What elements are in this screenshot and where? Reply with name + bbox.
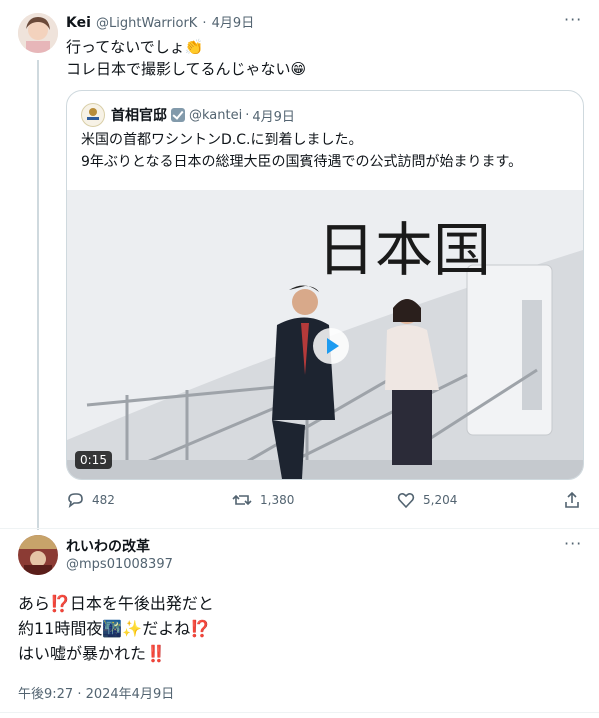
tweet-header: Kei @LightWarriorK · 4月9日: [66, 12, 254, 31]
quote-line-2: 9年ぶりとなる日本の総理大臣の国賓待遇での公式訪問が始まります。: [81, 154, 523, 170]
quoted-tweet[interactable]: 首相官邸 @kantei · 4月9日 米国の首都ワシントンD.C.に到着しまし…: [66, 90, 584, 480]
thread-line: [37, 60, 39, 530]
retweet-button[interactable]: 1,380: [232, 491, 294, 509]
reply-more-icon[interactable]: ···: [564, 534, 582, 553]
reply-author-handle[interactable]: @mps01008397: [66, 557, 173, 572]
quote-author-name[interactable]: 首相官邸: [111, 105, 167, 125]
video-player[interactable]: 日本国 0:15: [67, 190, 583, 479]
like-button[interactable]: 5,204: [397, 491, 457, 509]
author-name[interactable]: Kei: [66, 15, 91, 31]
quote-author-handle[interactable]: @kantei: [189, 108, 242, 123]
avatar-reiwa[interactable]: [18, 535, 58, 575]
footer-divider: [0, 712, 599, 713]
reply-text: あら⁉️日本を午後出発だと 約11時間夜🌃✨だよね⁉️ はい嘘が暴かれた‼️: [18, 591, 214, 666]
tweet-line-2: コレ日本で撮影してるんじゃない😁: [66, 60, 307, 78]
quote-text: 米国の首都ワシントンD.C.に到着しました。 9年ぶりとなる日本の総理大臣の国賓…: [81, 129, 522, 173]
verified-badge-icon: [171, 108, 185, 122]
quote-date[interactable]: 4月9日: [252, 106, 295, 125]
tweet-date[interactable]: 4月9日: [212, 16, 255, 31]
tweet-text: 行ってないでしょ👏 コレ日本で撮影してるんじゃない😁: [66, 36, 306, 80]
reply-button[interactable]: 482: [66, 491, 115, 509]
more-icon[interactable]: ···: [564, 10, 582, 29]
share-icon: [565, 491, 579, 508]
reply-timestamp[interactable]: 午後9:27 · 2024年4月9日: [18, 683, 174, 702]
play-icon[interactable]: [313, 328, 349, 364]
avatar-image: [18, 13, 58, 53]
separator-dot: ·: [202, 16, 207, 31]
quote-header: 首相官邸 @kantei · 4月9日: [81, 103, 295, 127]
reply-line-1: あら⁉️日本を午後出発だと: [18, 594, 214, 613]
tweet-divider: [0, 528, 599, 529]
reply-line-3: はい嘘が暴かれた‼️: [18, 644, 166, 663]
like-count: 5,204: [423, 493, 458, 507]
retweet-icon: [232, 494, 252, 506]
share-button[interactable]: [564, 491, 580, 509]
reply-line-2: 約11時間夜🌃✨だよね⁉️: [18, 619, 211, 638]
retweet-count: 1,380: [260, 493, 295, 507]
avatar-kei[interactable]: [18, 13, 58, 53]
tweet-actions: 482 1,380 5,204: [66, 491, 582, 511]
author-handle[interactable]: @LightWarriorK: [96, 16, 197, 31]
reply-count: 482: [92, 493, 115, 507]
video-duration: 0:15: [75, 451, 112, 469]
plane-lettering: 日本国: [317, 216, 491, 284]
reply-icon: [68, 493, 83, 508]
kantei-logo-icon: [81, 103, 105, 127]
tweet-line-1: 行ってないでしょ👏: [66, 38, 204, 56]
quote-separator-dot: ·: [245, 107, 250, 123]
heart-icon: [397, 492, 415, 509]
avatar-image-reiwa: [18, 535, 58, 575]
quote-line-1: 米国の首都ワシントンD.C.に到着しました。: [81, 132, 363, 148]
reply-author-name[interactable]: れいわの改革: [66, 536, 150, 556]
